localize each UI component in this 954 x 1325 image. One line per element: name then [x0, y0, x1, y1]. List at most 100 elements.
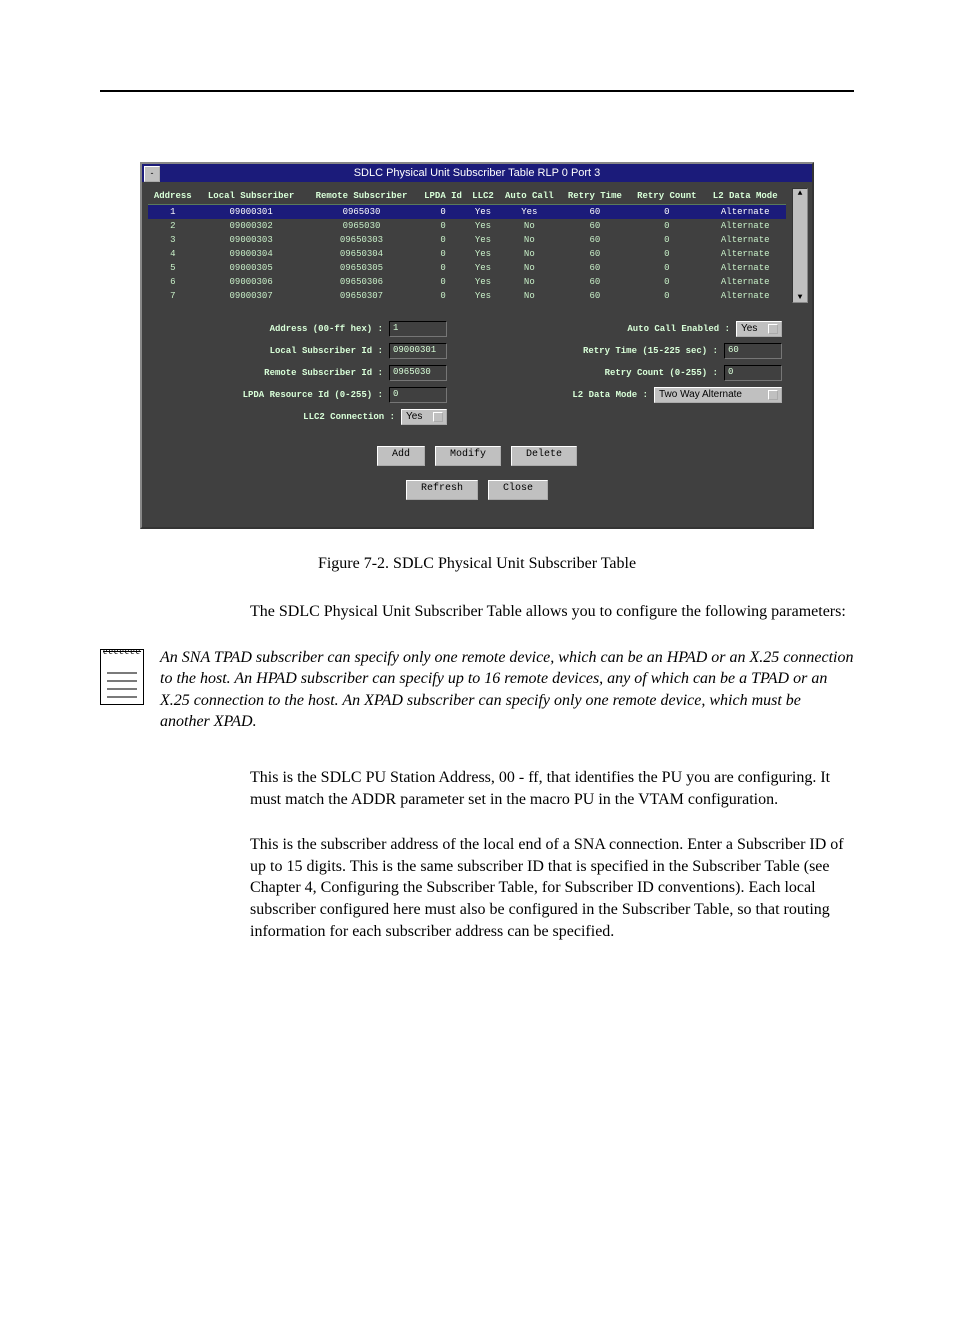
cell-lpda: 0: [418, 275, 468, 289]
cell-rtime: 60: [561, 275, 630, 289]
cell-addr: 3: [148, 233, 198, 247]
cell-local: 09000305: [198, 261, 305, 275]
cell-auto: No: [498, 233, 560, 247]
col-llc2: LLC2: [468, 188, 498, 205]
cell-remote: 0965030: [305, 219, 419, 233]
cell-mode: Alternate: [704, 261, 786, 275]
window-title: SDLC Physical Unit Subscriber Table RLP …: [354, 167, 601, 179]
cell-auto: No: [498, 219, 560, 233]
scroll-down-icon[interactable]: ▼: [793, 293, 807, 302]
cell-local: 09000303: [198, 233, 305, 247]
figure-caption: Figure 7-2. SDLC Physical Unit Subscribe…: [100, 555, 854, 573]
remote-sub-label: Remote Subscriber Id :: [264, 368, 383, 378]
cell-rtime: 60: [561, 219, 630, 233]
cell-rcount: 0: [629, 219, 704, 233]
local-sub-label: Local Subscriber Id :: [270, 346, 383, 356]
table-row[interactable]: 10900030109650300YesYes600Alternate: [148, 205, 786, 220]
paragraph-local-subscriber: This is the subscriber address of the lo…: [250, 834, 854, 942]
col-autocall: Auto Call: [498, 188, 560, 205]
cell-llc2: Yes: [468, 289, 498, 303]
retrycount-label: Retry Count (0-255) :: [605, 368, 718, 378]
cell-remote: 09650307: [305, 289, 419, 303]
l2mode-label: L2 Data Mode :: [572, 390, 648, 400]
col-l2datamode: L2 Data Mode: [704, 188, 786, 205]
close-button[interactable]: Close: [488, 480, 548, 500]
address-input[interactable]: 1: [389, 321, 447, 337]
cell-remote: 09650303: [305, 233, 419, 247]
cell-remote: 09650306: [305, 275, 419, 289]
cell-rcount: 0: [629, 275, 704, 289]
retrytime-input[interactable]: 60: [724, 343, 782, 359]
window-titlebar: - SDLC Physical Unit Subscriber Table RL…: [142, 164, 812, 182]
modify-button[interactable]: Modify: [435, 446, 501, 466]
cell-llc2: Yes: [468, 205, 498, 220]
table-row[interactable]: 509000305096503050YesNo600Alternate: [148, 261, 786, 275]
cell-rtime: 60: [561, 289, 630, 303]
local-sub-input[interactable]: 09000301: [389, 343, 447, 359]
cell-addr: 7: [148, 289, 198, 303]
cell-llc2: Yes: [468, 233, 498, 247]
cell-mode: Alternate: [704, 275, 786, 289]
table-row[interactable]: 409000304096503040YesNo600Alternate: [148, 247, 786, 261]
remote-sub-input[interactable]: 0965030: [389, 365, 447, 381]
cell-local: 09000306: [198, 275, 305, 289]
cell-rcount: 0: [629, 261, 704, 275]
intro-paragraph: The SDLC Physical Unit Subscriber Table …: [250, 601, 854, 623]
cell-auto: No: [498, 289, 560, 303]
cell-auto: No: [498, 275, 560, 289]
cell-auto: No: [498, 261, 560, 275]
cell-local: 09000302: [198, 219, 305, 233]
cell-rtime: 60: [561, 205, 630, 220]
note-icon: eeeeeee: [100, 649, 142, 733]
cell-remote: 09650305: [305, 261, 419, 275]
autocall-dropdown[interactable]: Yes: [736, 321, 782, 337]
delete-button[interactable]: Delete: [511, 446, 577, 466]
cell-mode: Alternate: [704, 205, 786, 220]
vertical-scrollbar[interactable]: ▲ ▼: [792, 188, 808, 303]
table-row[interactable]: 609000306096503060YesNo600Alternate: [148, 275, 786, 289]
cell-rtime: 60: [561, 233, 630, 247]
cell-rtime: 60: [561, 261, 630, 275]
col-retrycount: Retry Count: [629, 188, 704, 205]
cell-local: 09000304: [198, 247, 305, 261]
cell-rcount: 0: [629, 233, 704, 247]
llc2-label: LLC2 Connection :: [303, 412, 395, 422]
scroll-up-icon[interactable]: ▲: [793, 189, 807, 198]
lpda-input[interactable]: 0: [389, 387, 447, 403]
retrycount-input[interactable]: 0: [724, 365, 782, 381]
subscriber-table: Address Local Subscriber Remote Subscrib…: [148, 188, 786, 303]
cell-mode: Alternate: [704, 247, 786, 261]
cell-addr: 6: [148, 275, 198, 289]
cell-lpda: 0: [418, 233, 468, 247]
cell-auto: Yes: [498, 205, 560, 220]
cell-llc2: Yes: [468, 275, 498, 289]
llc2-dropdown[interactable]: Yes: [401, 409, 447, 425]
retrytime-label: Retry Time (15-225 sec) :: [583, 346, 718, 356]
table-row[interactable]: 309000303096503030YesNo600Alternate: [148, 233, 786, 247]
cell-lpda: 0: [418, 261, 468, 275]
col-remote: Remote Subscriber: [305, 188, 419, 205]
cell-rcount: 0: [629, 205, 704, 220]
app-window: - SDLC Physical Unit Subscriber Table RL…: [140, 162, 814, 529]
col-address: Address: [148, 188, 198, 205]
cell-rcount: 0: [629, 247, 704, 261]
cell-lpda: 0: [418, 205, 468, 220]
col-local: Local Subscriber: [198, 188, 305, 205]
cell-local: 09000307: [198, 289, 305, 303]
cell-mode: Alternate: [704, 219, 786, 233]
system-menu-icon[interactable]: -: [144, 166, 160, 182]
cell-addr: 1: [148, 205, 198, 220]
address-label: Address (00-ff hex) :: [270, 324, 383, 334]
cell-addr: 5: [148, 261, 198, 275]
refresh-button[interactable]: Refresh: [406, 480, 478, 500]
table-row[interactable]: 709000307096503070YesNo600Alternate: [148, 289, 786, 303]
table-row[interactable]: 20900030209650300YesNo600Alternate: [148, 219, 786, 233]
cell-lpda: 0: [418, 247, 468, 261]
col-lpda: LPDA Id: [418, 188, 468, 205]
l2mode-dropdown[interactable]: Two Way Alternate: [654, 387, 782, 403]
cell-rcount: 0: [629, 289, 704, 303]
paragraph-station-address: This is the SDLC PU Station Address, 00 …: [250, 767, 854, 810]
cell-lpda: 0: [418, 289, 468, 303]
cell-addr: 2: [148, 219, 198, 233]
add-button[interactable]: Add: [377, 446, 425, 466]
